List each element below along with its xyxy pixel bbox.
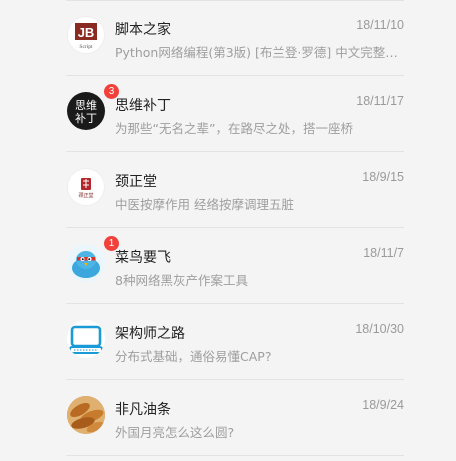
chat-name: 脚本之家 — [115, 22, 171, 38]
jingzhengtang-logo-icon: 颈正堂 — [67, 168, 105, 206]
svg-text:JB: JB — [78, 25, 95, 40]
chat-time: 18/10/30 — [355, 322, 404, 336]
chat-name: 菜鸟要飞 — [115, 250, 171, 266]
svg-text:思维: 思维 — [75, 99, 97, 112]
chat-time: 18/9/15 — [362, 170, 404, 184]
chat-item-jiaobenzhijia[interactable]: JB Script 脚本之家 18/11/10 Python网络编程(第3版) … — [48, 0, 404, 76]
siwei-logo-icon: 思维 补丁 — [67, 92, 105, 130]
bird-icon — [67, 244, 105, 282]
chat-list: JB Script 脚本之家 18/11/10 Python网络编程(第3版) … — [0, 0, 456, 461]
chat-item-jingzhengtang[interactable]: 颈正堂 颈正堂 18/9/15 中医按摩作用 经络按摩调理五脏 — [48, 152, 404, 228]
chat-name: 颈正堂 — [115, 174, 157, 190]
chat-preview: 外国月亮怎么这么圆? — [115, 425, 235, 440]
chat-time: 18/9/24 — [362, 398, 404, 412]
chat-time: 18/11/17 — [356, 94, 404, 108]
chat-time: 18/11/7 — [363, 246, 404, 260]
chat-item-feifanyoutiao[interactable]: 非凡油条 18/9/24 外国月亮怎么这么圆? — [48, 380, 404, 456]
chat-time: 18/11/10 — [356, 18, 404, 32]
chat-item-siweibuding[interactable]: 思维 补丁 3 思维补丁 18/11/17 为那些“无名之辈”，在路尽之处，搭一… — [48, 76, 404, 152]
chat-item-jiagoushizhilu[interactable]: 架构师之路 18/10/30 分布式基础，通俗易懂CAP? — [48, 304, 404, 380]
chat-preview: 为那些“无名之辈”，在路尽之处，搭一座桥 — [115, 121, 353, 136]
youtiao-photo-icon — [67, 396, 105, 434]
chat-preview: Python网络编程(第3版) [布兰登·罗德] 中文完整pdf... — [115, 45, 404, 60]
chat-preview: 分布式基础，通俗易懂CAP? — [115, 349, 272, 364]
svg-text:颈正堂: 颈正堂 — [78, 192, 93, 199]
avatar-caption: Script — [79, 44, 93, 50]
chat-name: 非凡油条 — [115, 402, 171, 418]
svg-text:补丁: 补丁 — [75, 112, 97, 125]
chat-preview: 8种网络黑灰产作案工具 — [115, 273, 248, 288]
computer-icon — [67, 320, 105, 358]
chat-item-cainiaoyaofei[interactable]: 1 菜鸟要飞 18/11/7 8种网络黑灰产作案工具 — [48, 228, 404, 304]
jb51-logo-icon: JB Script — [67, 16, 105, 54]
chat-name: 思维补丁 — [115, 98, 171, 114]
chat-preview: 中医按摩作用 经络按摩调理五脏 — [115, 197, 294, 212]
chat-name: 架构师之路 — [115, 326, 185, 342]
